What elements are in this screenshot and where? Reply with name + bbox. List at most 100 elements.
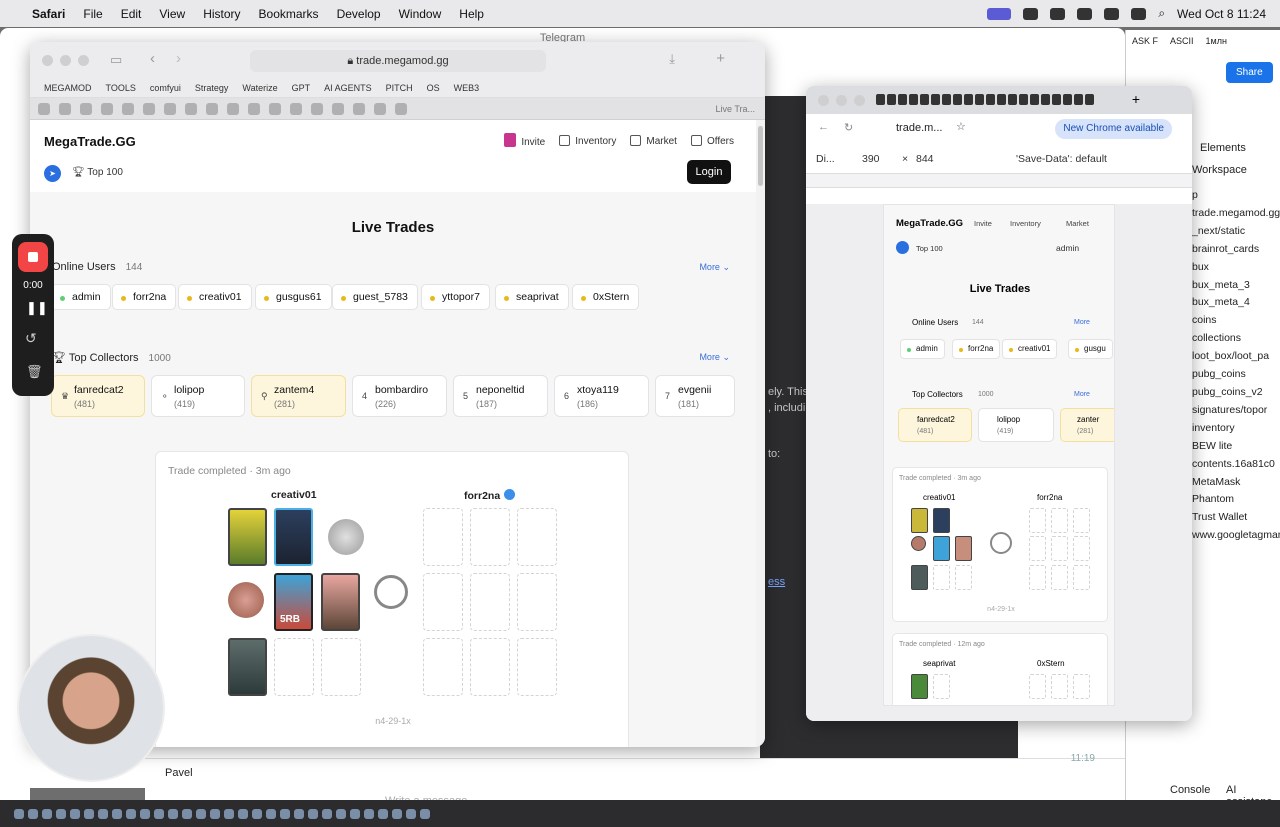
dock-app-icon[interactable]: [252, 808, 262, 819]
update-chrome-button[interactable]: New Chrome available: [1055, 119, 1172, 139]
collectors-more-button[interactable]: More ⌄: [699, 352, 730, 363]
bookmark-folder[interactable]: AI AGENTS: [324, 83, 372, 93]
nav-invite[interactable]: Invite: [504, 133, 545, 148]
trade-to-user[interactable]: 0xStern: [1037, 659, 1065, 668]
trade-from-user[interactable]: seaprivat: [923, 659, 955, 668]
file-tree-item[interactable]: MetaMask: [1192, 474, 1280, 492]
forward-icon[interactable]: ›: [176, 50, 181, 67]
file-tree-item[interactable]: BEW lite: [1192, 438, 1280, 456]
dock-app-icon[interactable]: [140, 808, 150, 819]
new-tab-icon[interactable]: +: [716, 50, 725, 67]
file-tree-item[interactable]: inventory: [1192, 420, 1280, 438]
nav-inventory[interactable]: Inventory: [559, 134, 616, 147]
stop-recording-button[interactable]: [18, 242, 48, 272]
collector-card[interactable]: 4 bombardiro (226): [352, 375, 447, 417]
devtools-toolbar-item[interactable]: 1млн: [1206, 36, 1227, 46]
file-tree-item[interactable]: coins: [1192, 312, 1280, 330]
dock-app-icon[interactable]: [224, 808, 234, 819]
dock-app-icon[interactable]: [322, 808, 332, 819]
item-card[interactable]: [228, 508, 267, 566]
dock-app-icon[interactable]: [378, 808, 388, 819]
tab-elements[interactable]: Elements: [1200, 142, 1246, 154]
bookmark-link[interactable]: Waterize: [242, 83, 277, 93]
active-tab[interactable]: Live Tra...: [715, 104, 755, 114]
dock-app-icon[interactable]: [196, 808, 206, 819]
trash-icon[interactable]: 🗑︎: [26, 364, 43, 380]
bookmark-star-icon[interactable]: ☆: [956, 120, 966, 133]
collector-card[interactable]: fanredcat2 (481): [898, 408, 972, 442]
bookmark-folder[interactable]: MEGAMOD: [44, 83, 92, 93]
tab-favicon[interactable]: [185, 102, 197, 115]
collector-card[interactable]: ⚬ lolipop (419): [151, 375, 245, 417]
workspace-tab[interactable]: Workspace: [1192, 164, 1247, 176]
reload-icon[interactable]: ↻: [844, 121, 853, 134]
dock-app-icon[interactable]: [350, 808, 360, 819]
dock-app-icon[interactable]: [98, 808, 108, 819]
restart-icon[interactable]: ↺: [25, 330, 37, 347]
trade-to-user[interactable]: forr2na: [464, 489, 516, 502]
menu-app[interactable]: Safari: [32, 7, 65, 21]
tab-favicon[interactable]: [353, 102, 365, 115]
nav-offers[interactable]: Offers: [690, 134, 734, 147]
online-more-button[interactable]: More ⌄: [699, 262, 730, 273]
online-more-button[interactable]: More: [1074, 319, 1090, 326]
dock-app-icon[interactable]: [126, 808, 136, 819]
coin-item[interactable]: [228, 582, 264, 618]
file-tree-item[interactable]: bux_meta_3: [1192, 277, 1280, 295]
page-scrollbar[interactable]: [756, 120, 765, 747]
webcam-bubble[interactable]: [17, 634, 165, 782]
dock-app-icon[interactable]: [294, 808, 304, 819]
menu-window[interactable]: Window: [399, 7, 442, 21]
user-chip[interactable]: guest_5783: [332, 284, 418, 310]
dock-app-icon[interactable]: [182, 808, 192, 819]
tab-favicon[interactable]: [332, 102, 344, 115]
bookmark-folder[interactable]: OS: [427, 83, 440, 93]
url-bar[interactable]: 🔒︎ trade.megamod.gg: [250, 50, 546, 72]
item-card[interactable]: 5RB: [274, 573, 313, 631]
item-card[interactable]: [228, 638, 267, 696]
back-icon[interactable]: ‹: [150, 50, 155, 67]
dock-app-icon[interactable]: [154, 808, 164, 819]
user-chip[interactable]: 0xStern: [572, 284, 640, 310]
collector-card[interactable]: 7 evgenii (181): [655, 375, 735, 417]
file-tree-item[interactable]: bux_meta_4: [1192, 294, 1280, 312]
user-chip[interactable]: seaprivat: [495, 284, 569, 310]
user-chip[interactable]: admin: [900, 339, 945, 359]
download-icon[interactable]: ⤓: [669, 51, 675, 67]
user-chip[interactable]: creativ01: [178, 284, 252, 310]
menu-develop[interactable]: Develop: [337, 7, 381, 21]
site-logo[interactable]: MegaTrade.GG: [896, 218, 963, 229]
pinned-tabs[interactable]: [876, 94, 1094, 105]
file-tree-item[interactable]: contents.16a81c0: [1192, 456, 1280, 474]
status-icon[interactable]: [1050, 7, 1066, 20]
item-card[interactable]: [933, 508, 950, 533]
item-card[interactable]: [321, 573, 360, 631]
device-select[interactable]: Di...: [816, 153, 835, 165]
tab-favicon[interactable]: [122, 102, 134, 115]
dock-app-icon[interactable]: [280, 808, 290, 819]
file-tree-item[interactable]: Trust Wallet: [1192, 509, 1280, 527]
dock-app-icon[interactable]: [364, 808, 374, 819]
dock-app-icon[interactable]: [28, 808, 38, 819]
devtools-toolbar-item[interactable]: ASK F: [1132, 36, 1158, 46]
dock-app-icon[interactable]: [238, 808, 248, 819]
bookmark-folder[interactable]: WEB3: [454, 83, 480, 93]
item-card[interactable]: [911, 674, 928, 699]
collectors-more-button[interactable]: More: [1074, 391, 1090, 398]
item-card[interactable]: [274, 508, 313, 566]
share-button[interactable]: Share: [1226, 62, 1273, 83]
tab-favicon[interactable]: [248, 102, 260, 115]
coin-item[interactable]: [328, 519, 364, 555]
dock-app-icon[interactable]: [336, 808, 346, 819]
dock-app-icon[interactable]: [112, 808, 122, 819]
tab-favicon[interactable]: [164, 102, 176, 115]
collector-card[interactable]: 6 xtoya119 (186): [554, 375, 649, 417]
user-chip[interactable]: admin: [51, 284, 111, 310]
item-card[interactable]: [911, 508, 928, 533]
collector-card[interactable]: ⚲ zantem4 (281): [251, 375, 346, 417]
file-tree-item[interactable]: bux: [1192, 259, 1280, 277]
file-tree-item[interactable]: collections: [1192, 330, 1280, 348]
menu-help[interactable]: Help: [459, 7, 484, 21]
file-tree-item[interactable]: loot_box/loot_pa: [1192, 348, 1280, 366]
top100-link[interactable]: 🏆︎ Top 100: [72, 167, 123, 178]
